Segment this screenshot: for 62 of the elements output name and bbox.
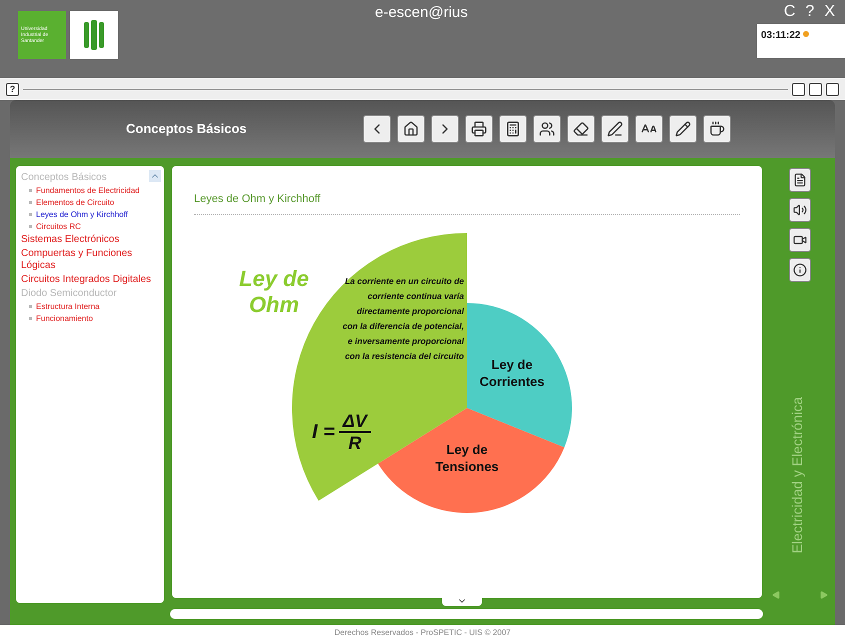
side-label: Electricidad y Electrónica bbox=[789, 396, 806, 553]
bullet-icon bbox=[29, 201, 32, 204]
home-icon bbox=[403, 121, 419, 137]
cup-icon bbox=[709, 121, 725, 137]
bullet-icon bbox=[29, 225, 32, 228]
bullet-icon bbox=[29, 305, 32, 308]
forward-button[interactable] bbox=[431, 115, 459, 143]
home-button[interactable] bbox=[397, 115, 425, 143]
calculator-button[interactable] bbox=[499, 115, 527, 143]
video-camera-icon bbox=[792, 233, 806, 247]
sidebar-item[interactable]: Leyes de Ohm y Kirchhoff bbox=[36, 209, 128, 221]
help-button[interactable]: ? bbox=[6, 82, 19, 96]
window-control-button[interactable]: ? bbox=[805, 3, 814, 21]
sound-button[interactable] bbox=[788, 198, 810, 222]
sidebar-item[interactable]: Funcionamiento bbox=[36, 313, 93, 325]
cup-button[interactable] bbox=[703, 115, 731, 143]
maximize-icon[interactable] bbox=[809, 82, 822, 96]
sidebar-item[interactable]: Estructura Interna bbox=[36, 301, 100, 313]
clock-status-icon bbox=[803, 31, 810, 37]
people-icon bbox=[539, 121, 555, 137]
sidebar-item[interactable]: Elementos de Circuito bbox=[36, 197, 114, 209]
pen-icon bbox=[607, 121, 623, 137]
people-button[interactable] bbox=[533, 115, 561, 143]
pencil-button[interactable] bbox=[669, 115, 697, 143]
pencil-icon bbox=[675, 121, 691, 137]
sector-label: Ley de Corrientes bbox=[478, 356, 546, 390]
window-control-button[interactable]: X bbox=[824, 3, 835, 21]
sector-label: Ley de Tensiones bbox=[434, 441, 500, 475]
sidebar-item[interactable]: Circuitos RC bbox=[36, 221, 81, 233]
diagram-description: La corriente en un circuito de corriente continua varía directamente proporcional con la diferencia de potencial, e inversamente proporcional con la resistencia del circuito bbox=[342, 275, 464, 363]
scroll-down-icon[interactable] bbox=[442, 596, 482, 606]
eraser-button[interactable] bbox=[567, 115, 595, 143]
printer-button[interactable] bbox=[465, 115, 493, 143]
document-icon bbox=[792, 173, 806, 187]
info-button[interactable] bbox=[788, 258, 810, 282]
minimize-icon[interactable] bbox=[792, 82, 805, 96]
bullet-icon bbox=[29, 317, 32, 320]
uis-logo-icon bbox=[70, 11, 118, 59]
back-button[interactable] bbox=[363, 115, 391, 143]
bullet-icon bbox=[29, 189, 32, 192]
window-control-button[interactable]: C bbox=[784, 3, 796, 21]
text-size-button[interactable] bbox=[635, 115, 663, 143]
info-icon bbox=[792, 263, 806, 277]
diagram-title: Ley de Ohm bbox=[238, 266, 310, 318]
printer-icon bbox=[471, 121, 487, 137]
app-title: e-escen@rius bbox=[375, 3, 468, 23]
footer-text: Derechos Reservados - ProSPETIC - UIS © 2007 bbox=[334, 627, 511, 639]
clock-time: 03:11:22 bbox=[761, 29, 800, 43]
content-heading: Leyes de Ohm y Kirchhoff bbox=[194, 193, 320, 205]
eraser-icon bbox=[573, 121, 589, 137]
sidebar-item[interactable]: Circuitos Integrados Digitales bbox=[21, 273, 152, 287]
sound-icon bbox=[792, 203, 806, 217]
bullet-icon bbox=[29, 213, 32, 216]
calculator-icon bbox=[505, 121, 521, 137]
sidebar-item[interactable]: Fundamentos de Electricidad bbox=[36, 185, 140, 197]
document-button[interactable] bbox=[788, 168, 810, 192]
pen-button[interactable] bbox=[601, 115, 629, 143]
sidebar-item[interactable]: Compuertas y Funciones Lógicas bbox=[21, 247, 159, 273]
video-camera-button[interactable] bbox=[788, 228, 810, 252]
sidebar-item[interactable]: Sistemas Electrónicos bbox=[21, 233, 120, 247]
section-title: Conceptos Básicos bbox=[126, 120, 248, 138]
close-icon[interactable] bbox=[826, 82, 839, 96]
